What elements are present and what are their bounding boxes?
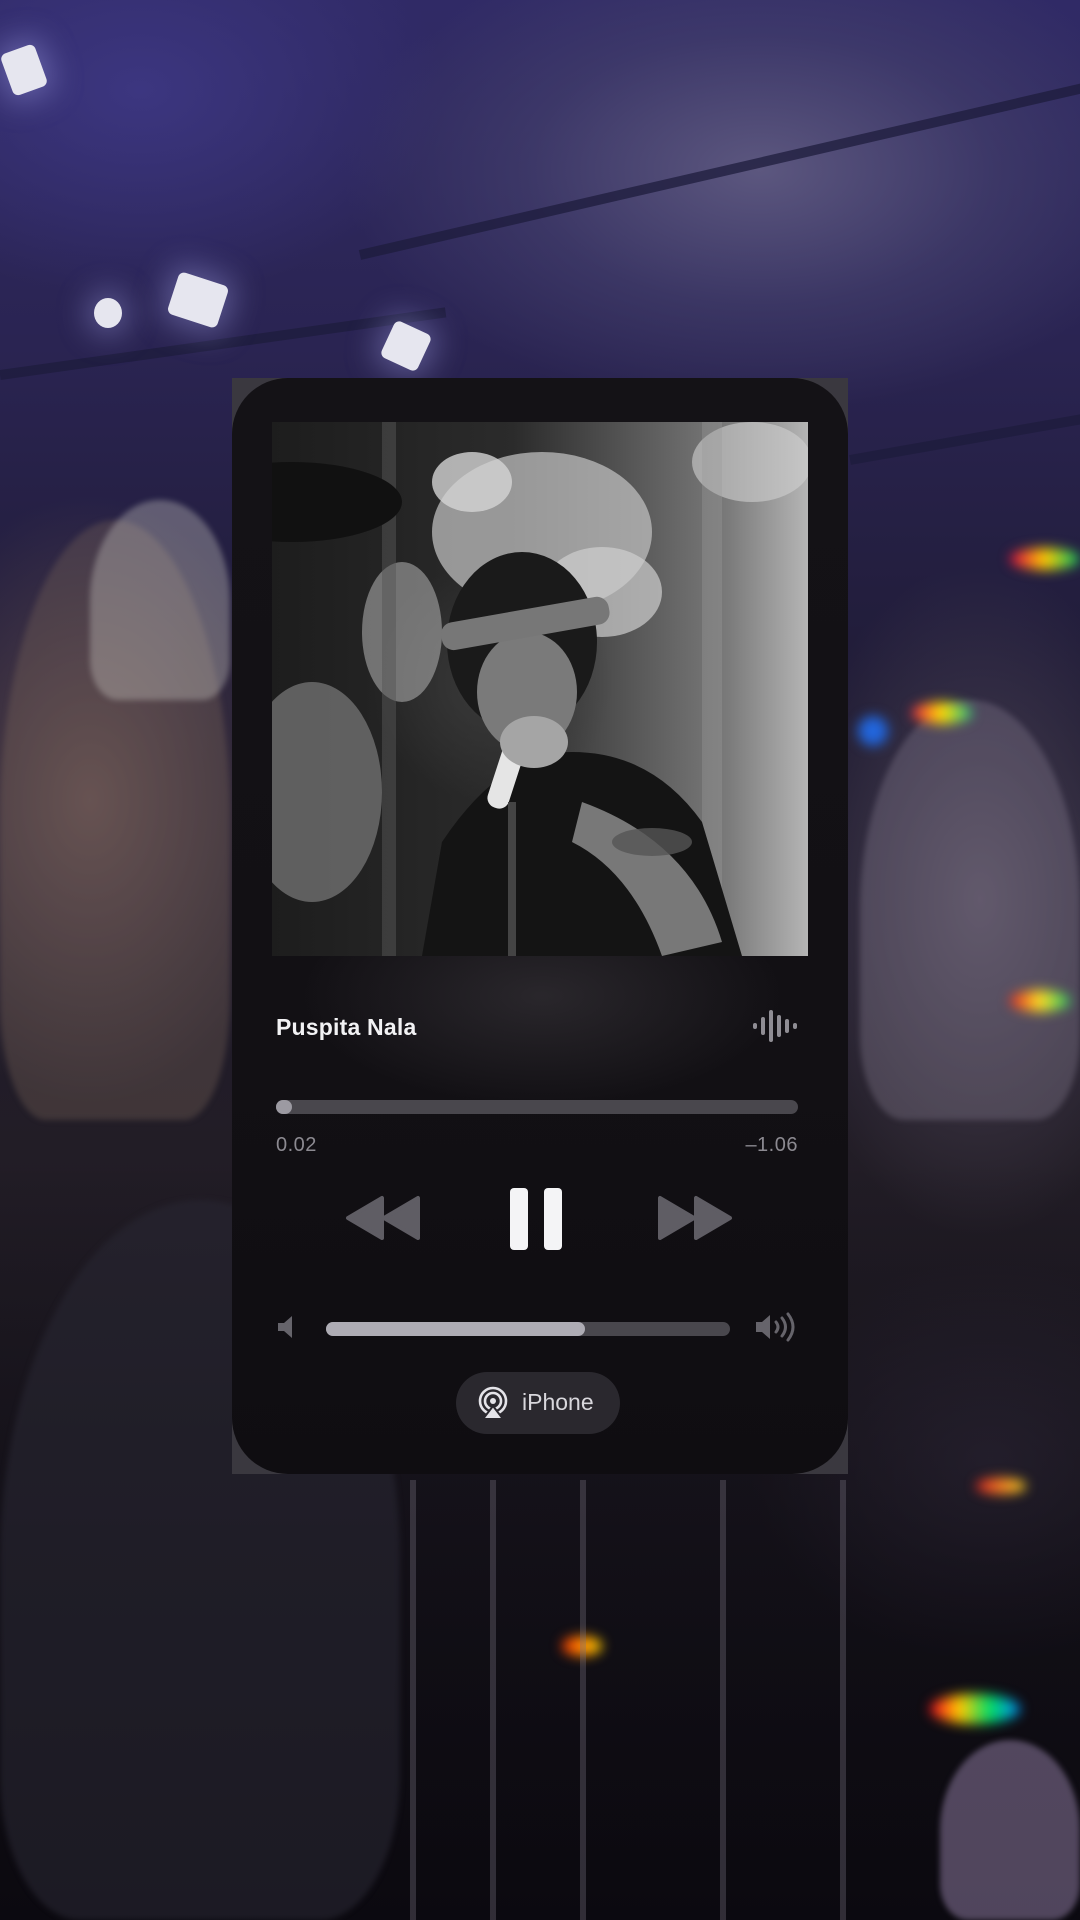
artwork-glow xyxy=(272,956,808,1156)
playback-progress-fill xyxy=(276,1100,292,1114)
remaining-time: –1.06 xyxy=(745,1134,798,1156)
light-flare xyxy=(1010,548,1080,570)
elapsed-time: 0.02 xyxy=(276,1134,317,1156)
barrier-rail xyxy=(720,1480,726,1920)
pause-icon xyxy=(510,1188,562,1250)
stage-light xyxy=(0,43,49,97)
rewind-button[interactable] xyxy=(344,1192,424,1244)
waveform-icon[interactable] xyxy=(752,1008,798,1044)
artwork-photo xyxy=(272,422,808,956)
now-playing-card: Puspita Nala 0.02 –1.06 iPhone xyxy=(232,378,848,1474)
screen: Puspita Nala 0.02 –1.06 iPhone xyxy=(0,0,1080,1920)
album-artwork xyxy=(272,422,808,956)
output-device-label: iPhone xyxy=(522,1389,594,1415)
stage-truss xyxy=(0,307,447,380)
barrier-rail xyxy=(490,1480,496,1920)
light-flare xyxy=(976,1478,1026,1494)
light-flare xyxy=(1010,990,1070,1012)
crowd-figure xyxy=(860,700,1080,1120)
speaker-low-icon xyxy=(278,1316,292,1338)
airplay-icon xyxy=(478,1386,508,1420)
barrier-rail xyxy=(410,1480,416,1920)
light-flare xyxy=(912,702,972,724)
barrier-rail xyxy=(580,1480,586,1920)
volume-slider-fill xyxy=(326,1322,585,1336)
barrier-rail xyxy=(840,1480,846,1920)
feather-headdress xyxy=(90,500,230,700)
stage-light xyxy=(94,298,122,328)
forward-button[interactable] xyxy=(654,1192,734,1244)
volume-slider[interactable] xyxy=(326,1322,730,1336)
pause-button[interactable] xyxy=(508,1186,564,1252)
stage-light xyxy=(379,319,433,373)
crowd-figure xyxy=(940,1740,1080,1920)
stage-truss xyxy=(358,79,1080,260)
stage-light xyxy=(166,271,230,329)
stage-truss xyxy=(849,413,1080,465)
airplay-output-button[interactable]: iPhone xyxy=(456,1372,620,1434)
light-flare xyxy=(858,716,888,746)
backward-icon xyxy=(346,1196,420,1240)
light-flare xyxy=(930,1694,1020,1724)
playback-progress-bar[interactable] xyxy=(276,1100,798,1114)
speaker-high-icon xyxy=(756,1312,795,1342)
track-title: Puspita Nala xyxy=(276,1014,417,1040)
forward-icon xyxy=(658,1196,732,1240)
